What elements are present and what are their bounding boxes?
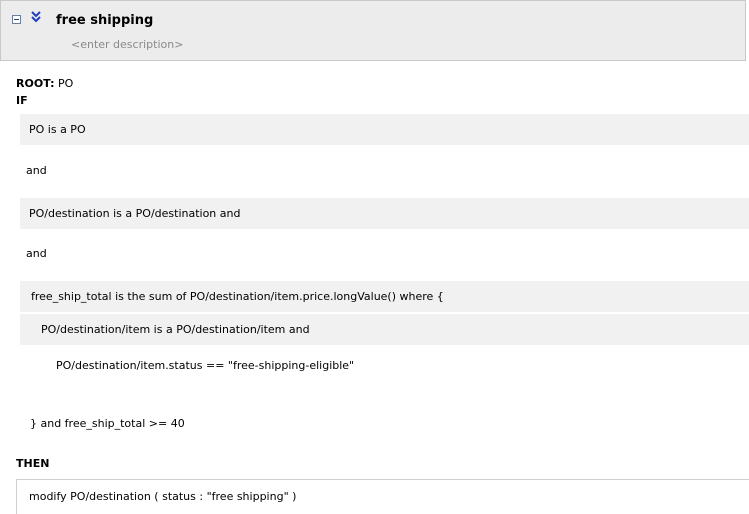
nested-condition-row[interactable]: PO/destination/item.status == "free-ship… bbox=[20, 350, 749, 381]
nested-condition-row[interactable]: PO/destination/item is a PO/destination/… bbox=[20, 314, 749, 345]
connector-row: and bbox=[20, 238, 749, 269]
root-value[interactable]: PO bbox=[58, 77, 73, 90]
condition-text[interactable]: free_ship_total is the sum of PO/destina… bbox=[31, 281, 444, 312]
condition-row[interactable]: free_ship_total is the sum of PO/destina… bbox=[20, 281, 749, 312]
action-text[interactable]: modify PO/destination ( status : "free s… bbox=[29, 490, 296, 503]
rule-description[interactable]: <enter description> bbox=[71, 38, 183, 51]
condition-text[interactable]: PO/destination is a PO/destination and bbox=[29, 198, 240, 229]
double-chevron-down-icon[interactable] bbox=[30, 10, 42, 24]
condition-text[interactable]: PO/destination/item.status == "free-ship… bbox=[56, 350, 354, 381]
action-row[interactable]: modify PO/destination ( status : "free s… bbox=[16, 479, 749, 514]
and-connector: and bbox=[26, 164, 47, 177]
condition-text[interactable]: PO is a PO bbox=[29, 114, 86, 145]
then-keyword: THEN bbox=[16, 457, 50, 470]
collapse-toggle-icon[interactable] bbox=[12, 15, 21, 24]
condition-text[interactable]: PO/destination/item is a PO/destination/… bbox=[41, 314, 310, 345]
if-keyword: IF bbox=[16, 94, 28, 107]
condition-text[interactable]: } and free_ship_total >= 40 bbox=[30, 408, 185, 439]
condition-row[interactable]: } and free_ship_total >= 40 bbox=[20, 408, 749, 439]
rule-title[interactable]: free shipping bbox=[56, 13, 153, 28]
condition-row[interactable]: PO is a PO bbox=[20, 114, 749, 145]
connector-row: and bbox=[20, 155, 749, 186]
rule-header: free shipping <enter description> bbox=[0, 0, 746, 61]
and-connector: and bbox=[26, 247, 47, 260]
root-keyword: ROOT: bbox=[16, 77, 55, 90]
condition-row[interactable]: PO/destination is a PO/destination and bbox=[20, 198, 749, 229]
root-line: ROOT: PO bbox=[16, 77, 73, 90]
